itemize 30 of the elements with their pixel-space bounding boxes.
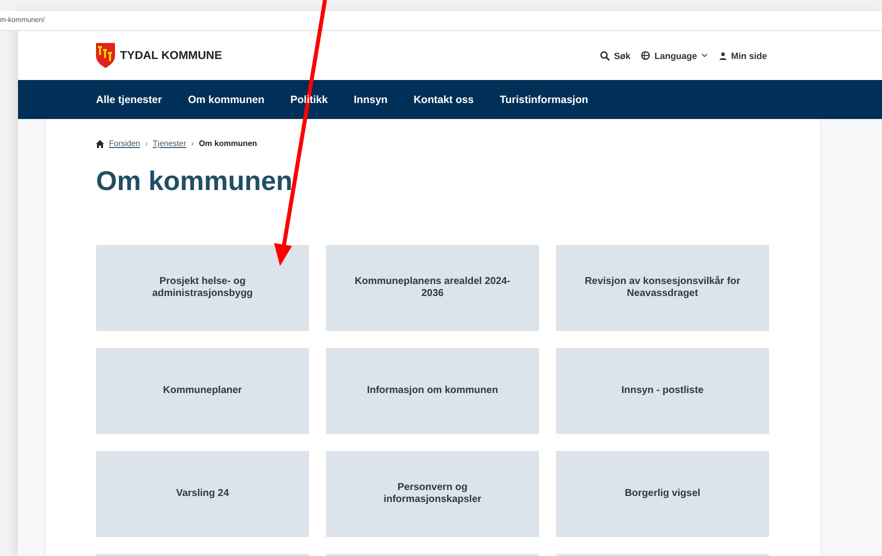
globe-icon: [641, 51, 650, 60]
search-icon: [600, 50, 610, 60]
page-title: Om kommunen: [96, 166, 294, 198]
logo-text: TYDAL KOMMUNE: [120, 50, 222, 62]
service-tile[interactable]: Revisjon av konsesjonsvilkår for Neavassdraget: [556, 245, 769, 331]
breadcrumb-link[interactable]: Forsiden: [109, 139, 140, 148]
home-icon: [96, 140, 104, 148]
nav-link[interactable]: Alle tjenester: [96, 94, 162, 106]
service-tile[interactable]: Innsyn - postliste: [556, 348, 769, 434]
user-link[interactable]: Min side: [718, 50, 767, 60]
service-tile[interactable]: Borgerlig vigsel: [556, 451, 769, 537]
breadcrumb-separator: ›: [145, 139, 148, 148]
chevron-icon: [700, 53, 708, 58]
breadcrumb-separator: ›: [191, 139, 194, 148]
service-tile[interactable]: Personvern og informasjonskapsler: [326, 451, 539, 537]
nav-link[interactable]: Om kommunen: [188, 94, 264, 106]
language-link[interactable]: Language: [641, 50, 708, 60]
search-link[interactable]: Søk: [600, 50, 630, 60]
service-tile[interactable]: Informasjon om kommunen: [326, 348, 539, 434]
nav-link[interactable]: Turistinformasjon: [500, 94, 588, 106]
nav-link[interactable]: Innsyn: [354, 94, 388, 106]
service-tile[interactable]: Prosjekt helse- og administrasjonsbygg: [96, 245, 309, 331]
breadcrumb-link[interactable]: Tjenester: [152, 139, 186, 148]
breadcrumb-current: Om kommunen: [198, 139, 258, 148]
service-tile[interactable]: Kommuneplaner: [96, 348, 309, 434]
user-icon: [718, 52, 727, 60]
service-tile[interactable]: Varsling 24: [96, 451, 309, 537]
nav-link[interactable]: Kontakt oss: [414, 94, 474, 106]
shield-logo-icon: [96, 43, 115, 68]
service-tile[interactable]: Kommuneplanens arealdel 2024-2036: [326, 245, 539, 331]
